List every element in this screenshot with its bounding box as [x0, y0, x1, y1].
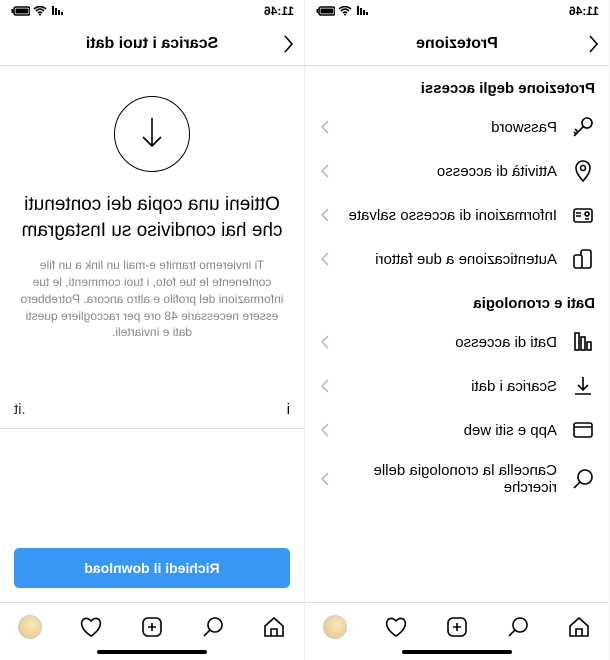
tab-activity[interactable]	[383, 614, 409, 640]
row-two-factor[interactable]: Autenticazione a due fattori	[305, 237, 609, 281]
row-label: Autenticazione a due fattori	[343, 251, 557, 268]
tab-search[interactable]	[505, 614, 531, 640]
download-icon	[571, 374, 595, 398]
row-label: Scarica i dati	[343, 378, 557, 395]
home-indicator	[305, 650, 609, 660]
status-bar: 11:46	[0, 0, 304, 22]
tab-home[interactable]	[261, 614, 287, 640]
row-label: App e siti web	[343, 422, 557, 439]
tab-bar	[305, 602, 609, 650]
tab-home[interactable]	[566, 614, 592, 640]
tab-activity[interactable]	[78, 614, 104, 640]
key-icon	[571, 115, 595, 139]
header: Scarica i tuoi dati	[0, 22, 304, 66]
chevron-right-icon	[319, 335, 329, 349]
status-icons	[315, 6, 369, 16]
tab-new-post[interactable]	[139, 614, 165, 640]
chart-icon	[571, 330, 595, 354]
row-download-data[interactable]: Scarica i dati	[305, 364, 609, 408]
status-icons	[10, 6, 64, 16]
page-title: Protezione	[305, 35, 609, 53]
tab-search[interactable]	[200, 614, 226, 640]
chevron-right-icon	[319, 208, 329, 222]
status-bar: 11:46	[305, 0, 609, 22]
back-button[interactable]	[280, 32, 294, 56]
section-login-security: Protezione degli accessi	[305, 66, 609, 105]
row-label: Informazioni di accesso salvate	[343, 207, 557, 224]
tab-profile[interactable]	[17, 614, 43, 640]
page-title: Scarica i tuoi dati	[0, 35, 304, 53]
section-data-history: Dati e cronologia	[305, 281, 609, 320]
row-apps-websites[interactable]: App e siti web	[305, 408, 609, 452]
chevron-right-icon	[319, 252, 329, 266]
status-time: 11:46	[264, 4, 294, 18]
home-indicator	[0, 650, 304, 660]
row-login-activity[interactable]: Attività di accesso	[305, 149, 609, 193]
row-label: Dati di accesso	[343, 334, 557, 351]
email-suffix: .it	[14, 401, 26, 418]
row-label: Cancella la cronologia delle ricerche	[343, 462, 557, 496]
row-saved-login[interactable]: Informazioni di accesso salvate	[305, 193, 609, 237]
devices-icon	[571, 247, 595, 271]
chevron-right-icon	[319, 423, 329, 437]
row-access-data[interactable]: Dati di accesso	[305, 320, 609, 364]
chevron-right-icon	[319, 379, 329, 393]
row-password[interactable]: Password	[305, 105, 609, 149]
headline: Ottieni una copia dei contenuti che hai …	[0, 192, 304, 243]
app-window-icon	[571, 418, 595, 442]
chevron-right-icon	[319, 164, 329, 178]
location-pin-icon	[571, 159, 595, 183]
tab-bar	[0, 602, 304, 650]
email-value: i	[26, 401, 290, 418]
row-label: Password	[343, 119, 557, 136]
card-icon	[571, 203, 595, 227]
description: Ti invieremo tramite e-mail un link a un…	[0, 257, 304, 341]
email-input[interactable]: i .it	[0, 391, 304, 429]
chevron-right-icon	[319, 120, 329, 134]
search-icon	[571, 467, 595, 491]
row-label: Attività di accesso	[343, 163, 557, 180]
tab-new-post[interactable]	[444, 614, 470, 640]
request-download-button[interactable]: Richiedi il download	[14, 548, 290, 588]
download-circle-icon	[114, 96, 190, 172]
tab-profile[interactable]	[322, 614, 348, 640]
chevron-right-icon	[319, 472, 329, 486]
row-clear-history[interactable]: Cancella la cronologia delle ricerche	[305, 452, 609, 506]
status-time: 11:46	[569, 4, 599, 18]
back-button[interactable]	[585, 32, 599, 56]
header: Protezione	[305, 22, 609, 66]
